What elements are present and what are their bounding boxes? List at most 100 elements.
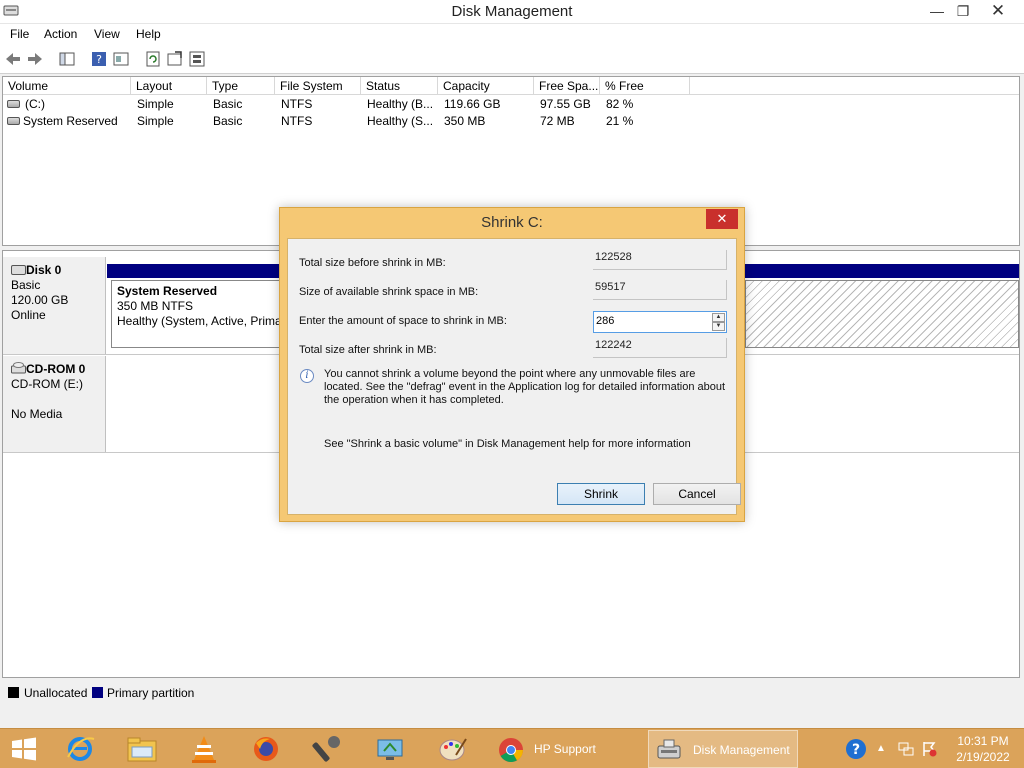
svg-text:?: ?: [96, 53, 102, 66]
total-after-label: Total size after shrink in MB:: [299, 344, 437, 356]
cell-volume: System Reserved: [23, 114, 118, 128]
cell-volume: (C:): [25, 97, 45, 111]
cell-percent-free: 21 %: [606, 114, 634, 128]
rescan-disks-icon[interactable]: [188, 50, 206, 68]
action-center-flag-icon[interactable]: [920, 740, 938, 758]
column-header-percent-free[interactable]: % Free: [600, 77, 690, 95]
clock-date: 2/19/2022: [956, 750, 1010, 764]
help-tray-icon[interactable]: ?: [845, 738, 867, 760]
clock-time: 10:31 PM: [957, 734, 1009, 748]
table-row[interactable]: System Reserved Simple Basic NTFS Health…: [3, 113, 1019, 130]
disk-management-icon: [657, 739, 681, 759]
cell-type: Basic: [213, 97, 243, 111]
window-title: Disk Management: [451, 3, 573, 20]
shrink-amount-stepper[interactable]: 286 ▲ ▼: [593, 311, 727, 333]
unallocated-swatch: [8, 687, 19, 698]
vlc-icon[interactable]: [186, 733, 222, 765]
help-text: See "Shrink a basic volume" in Disk Mana…: [324, 438, 691, 450]
total-before-label: Total size before shrink in MB:: [299, 257, 446, 269]
show-hidden-icons-chevron-icon[interactable]: ▲: [876, 743, 886, 754]
column-header-volume[interactable]: Volume: [3, 77, 131, 95]
partition-system-reserved[interactable]: System Reserved 350 MB NTFS Healthy (Sys…: [111, 280, 283, 348]
column-header-type[interactable]: Type: [207, 77, 275, 95]
show-hide-console-tree-icon[interactable]: [58, 50, 76, 68]
cell-file-system: NTFS: [281, 114, 313, 128]
volume-icon: [7, 117, 20, 125]
cell-status: Healthy (S...: [367, 114, 434, 128]
shrink-button[interactable]: Shrink: [557, 483, 645, 505]
cell-type: Basic: [213, 114, 243, 128]
cdrom-0-label[interactable]: CD-ROM 0 CD-ROM (E:) No Media: [3, 356, 106, 452]
column-header-layout[interactable]: Layout: [131, 77, 207, 95]
partition-size: 350 MB NTFS: [117, 299, 194, 313]
menu-bar: File Action View Help: [0, 24, 1024, 44]
disk-0-state: Online: [11, 308, 46, 322]
help-icon[interactable]: ?: [90, 50, 108, 68]
cell-capacity: 119.66 GB: [444, 97, 501, 111]
legend-primary-partition: Primary partition: [107, 686, 195, 700]
cell-file-system: NTFS: [281, 97, 313, 111]
shrink-amount-label: Enter the amount of space to shrink in M…: [299, 315, 507, 327]
cell-percent-free: 82 %: [606, 97, 634, 111]
menu-action[interactable]: Action: [44, 27, 77, 41]
spin-down-button[interactable]: ▼: [712, 322, 725, 331]
cell-status: Healthy (B...: [367, 97, 434, 111]
taskbar-clock[interactable]: 10:31 PM 2/19/2022: [950, 733, 1016, 765]
shrink-dialog: Shrink C: ✕ Total size before shrink in …: [279, 207, 745, 522]
taskbar-app-label: Disk Management: [693, 743, 790, 757]
close-button[interactable]: ✕: [980, 0, 1016, 24]
system-reserved-bar: [107, 264, 283, 278]
cell-free-space: 97.55 GB: [540, 97, 591, 111]
properties-icon[interactable]: [112, 50, 130, 68]
file-explorer-icon[interactable]: [124, 733, 160, 765]
legend: Unallocated Primary partition: [0, 684, 1024, 704]
dialog-close-button[interactable]: ✕: [706, 209, 738, 229]
volume-list-header: Volume Layout Type File System Status Ca…: [3, 77, 1019, 95]
menu-file[interactable]: File: [10, 27, 29, 41]
menu-view[interactable]: View: [94, 27, 120, 41]
cdrom-0-media: No Media: [11, 407, 63, 421]
dialog-title: Shrink C:: [481, 214, 543, 231]
column-header-file-system[interactable]: File System: [275, 77, 361, 95]
svg-text:?: ?: [852, 742, 860, 758]
spin-up-button[interactable]: ▲: [712, 313, 725, 322]
partition-status: Healthy (System, Active, Primar: [117, 314, 283, 328]
partition-name: System Reserved: [117, 284, 218, 298]
table-row[interactable]: (C:) Simple Basic NTFS Healthy (B... 119…: [3, 96, 1019, 113]
shrink-amount-input[interactable]: 286: [596, 315, 614, 327]
disk-0-name: Disk 0: [26, 263, 62, 277]
toolbar: ?: [0, 44, 1024, 74]
dialog-body: Total size before shrink in MB: 122528 S…: [287, 238, 741, 515]
firefox-icon[interactable]: [248, 733, 284, 765]
cell-capacity: 350 MB: [444, 114, 486, 128]
menu-help[interactable]: Help: [136, 27, 161, 41]
available-space-value: 59517: [593, 280, 727, 300]
forward-arrow-icon[interactable]: [26, 50, 44, 68]
column-header-capacity[interactable]: Capacity: [438, 77, 534, 95]
cell-free-space: 72 MB: [540, 114, 575, 128]
title-bar: Disk Management — ❐ ✕: [0, 0, 1024, 24]
back-arrow-icon[interactable]: [4, 50, 22, 68]
remote-desktop-icon[interactable]: [372, 733, 408, 765]
partition-c-drive-selected[interactable]: [745, 280, 1019, 348]
disk-0-label[interactable]: Disk 0 Basic 120.00 GB Online: [3, 257, 106, 354]
microphone-app-icon[interactable]: [310, 733, 346, 765]
start-windows-icon[interactable]: [6, 733, 42, 765]
network-icon[interactable]: [897, 740, 915, 758]
paint-icon[interactable]: [434, 733, 470, 765]
taskbar-app-hp-support[interactable]: HP Support Assist...: [490, 730, 640, 768]
total-before-value: 122528: [593, 250, 727, 270]
chrome-icon: [499, 738, 523, 763]
column-header-status[interactable]: Status: [361, 77, 438, 95]
cell-layout: Simple: [137, 114, 174, 128]
cdrom-0-drive: CD-ROM (E:): [11, 377, 83, 391]
export-list-icon[interactable]: [166, 50, 184, 68]
restore-button[interactable]: ❐: [948, 0, 978, 24]
cancel-button[interactable]: Cancel: [653, 483, 741, 505]
internet-explorer-icon[interactable]: [62, 733, 98, 765]
refresh-icon[interactable]: [144, 50, 162, 68]
taskbar-app-disk-management[interactable]: Disk Management: [648, 730, 798, 768]
cdrom-icon: [11, 362, 26, 374]
column-header-free-space[interactable]: Free Spa...: [534, 77, 600, 95]
info-icon: i: [300, 369, 314, 383]
